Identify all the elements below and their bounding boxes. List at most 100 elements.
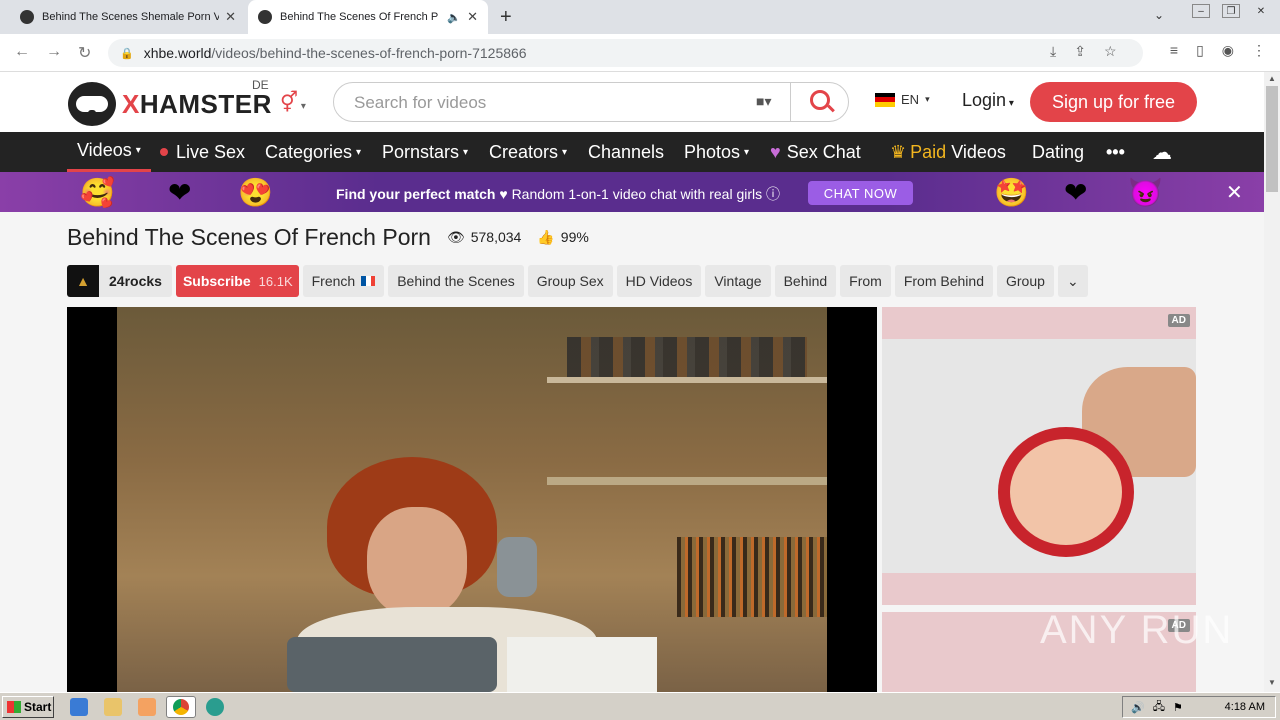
search-bar[interactable]: Search for videos ■▾ <box>333 82 849 122</box>
browser-tab-active[interactable]: Behind The Scenes Of French P 🔈 ✕ <box>248 0 488 34</box>
german-flag-icon <box>875 92 895 107</box>
scrollbar-thumb[interactable] <box>1266 86 1278 192</box>
ad-label: AD <box>1167 314 1190 327</box>
language-select[interactable]: EN ▾ <box>875 92 930 107</box>
start-button[interactable]: Start <box>2 696 54 718</box>
search-input[interactable]: Search for videos <box>354 93 486 113</box>
channel-avatar: ▲ <box>67 265 99 297</box>
nav-more-button[interactable]: ••• <box>1106 132 1125 172</box>
back-icon[interactable]: ← <box>14 43 30 61</box>
upload-cloud-icon[interactable]: ☁ <box>1152 132 1172 172</box>
subscriber-count: 16.1K <box>258 273 293 289</box>
tag-item[interactable]: From Behind <box>894 265 993 297</box>
menu-icon[interactable]: ⋮ <box>1252 42 1266 59</box>
login-button[interactable]: Login ▾ <box>962 90 1014 111</box>
restore-icon[interactable]: ❐ <box>1222 4 1240 18</box>
bookmark-star-icon[interactable]: ☆ <box>1104 43 1117 60</box>
nav-photos[interactable]: Photos ▾ <box>684 132 749 172</box>
eye-icon: 👁 <box>446 228 465 245</box>
ad-banner[interactable]: AD <box>882 307 1196 605</box>
tag-item[interactable]: HD Videos <box>616 265 702 297</box>
gender-select[interactable]: ⚥ ▾ <box>280 90 306 115</box>
subscribe-button[interactable]: Subscribe 16.1K <box>175 265 299 297</box>
tag-item[interactable]: Behind the Scenes <box>388 265 524 297</box>
folder-icon[interactable] <box>104 698 122 716</box>
scroll-up-icon[interactable]: ▲ <box>1268 74 1276 83</box>
media-icon[interactable]: ≡ <box>1170 42 1178 59</box>
tag-item[interactable]: Vintage <box>705 265 771 297</box>
speaker-icon[interactable]: 🔈 <box>447 11 461 24</box>
tag-item[interactable]: Behind <box>774 265 837 297</box>
site-favicon-icon <box>258 10 272 24</box>
tab-title: Behind The Scenes Of French P <box>280 11 439 23</box>
nav-dating[interactable]: Dating <box>1032 132 1084 172</box>
expand-tags-button[interactable]: ⌄ <box>1057 265 1088 297</box>
nav-videos[interactable]: Videos ▾ <box>67 132 151 172</box>
close-window-icon[interactable]: ✕ <box>1252 4 1270 18</box>
channel-link[interactable]: ▲ 24rocks <box>67 265 172 297</box>
thumbs-up-icon: 👍 <box>537 228 555 245</box>
tag-french[interactable]: French <box>302 265 385 297</box>
brand-name: XHAMSTER <box>122 88 272 119</box>
close-tab-icon[interactable]: ✕ <box>225 9 236 25</box>
install-icon[interactable]: ⤓ <box>1050 43 1056 60</box>
chrome-taskbar-button[interactable] <box>166 696 196 718</box>
clock: 4:18 AM <box>1224 701 1265 713</box>
sidebar-icon[interactable]: ▯ <box>1196 42 1204 59</box>
close-tab-icon[interactable]: ✕ <box>467 9 478 25</box>
scroll-down-icon[interactable]: ▼ <box>1268 678 1276 687</box>
video-player[interactable] <box>67 307 877 692</box>
tag-item[interactable]: From <box>840 265 891 297</box>
chat-now-button[interactable]: CHAT NOW <box>808 181 913 205</box>
reload-icon[interactable]: ↻ <box>78 43 91 63</box>
emoji-icon: 🥰 <box>80 177 115 208</box>
close-banner-icon[interactable]: ✕ <box>1226 180 1243 205</box>
video-frame <box>117 307 827 692</box>
lock-icon[interactable]: 🔒 <box>120 47 134 60</box>
ie-icon[interactable] <box>70 698 88 716</box>
nav-creators[interactable]: Creators ▾ <box>489 132 567 172</box>
hamster-logo-icon <box>68 82 116 126</box>
live-dot-icon <box>160 148 168 156</box>
flag-icon[interactable]: ⚑ <box>1173 701 1183 714</box>
country-code: DE <box>252 78 269 92</box>
new-tab-button[interactable]: + <box>500 6 512 29</box>
chevron-down-icon: ⌄ <box>1067 272 1079 289</box>
main-nav: Videos ▾ Live Sex Categories ▾ Pornstars ▾ … <box>0 132 1264 172</box>
page-scrollbar[interactable]: ▲ ▼ <box>1264 72 1280 692</box>
search-icon[interactable] <box>810 90 830 110</box>
nav-channels[interactable]: Channels <box>588 132 664 172</box>
chat-heart-icon: ♥ <box>770 141 781 162</box>
omnibox-icons: ⤓ ⇪ ☆ <box>1050 43 1117 60</box>
tab-search-icon[interactable]: ⌄ <box>1154 8 1164 22</box>
nav-sex-chat[interactable]: ♥ Sex Chat <box>770 132 861 172</box>
minimize-icon[interactable]: – <box>1192 4 1210 18</box>
emoji-icon: 😈 <box>1128 177 1163 208</box>
volume-icon[interactable]: 🔊 <box>1131 701 1145 714</box>
nav-pornstars[interactable]: Pornstars ▾ <box>382 132 468 172</box>
promo-text: Find your perfect match ♥ Random 1-on-1 … <box>336 186 781 202</box>
tag-item[interactable]: Group <box>997 265 1054 297</box>
forward-icon[interactable]: → <box>46 43 62 61</box>
camera-search-icon[interactable]: ■▾ <box>756 93 771 110</box>
profile-icon[interactable]: ◉ <box>1222 42 1234 59</box>
site-logo[interactable]: XHAMSTER DE <box>68 78 272 126</box>
url-field[interactable]: 🔒 xhbe.world/videos/behind-the-scenes-of… <box>108 39 1143 67</box>
nav-categories[interactable]: Categories ▾ <box>265 132 361 172</box>
signup-button[interactable]: Sign up for free <box>1030 82 1197 122</box>
media-player-icon[interactable] <box>138 698 156 716</box>
network-icon[interactable]: 🖧 <box>1153 698 1165 717</box>
heart-icon: ❤ <box>168 177 192 208</box>
browser-tab[interactable]: Behind The Scenes Shemale Porn Vic ✕ <box>10 0 246 34</box>
edge-icon[interactable] <box>206 698 224 716</box>
heart-icon: ♥ <box>499 186 508 202</box>
window-controls: – ❐ ✕ <box>1192 0 1270 22</box>
nav-live-sex[interactable]: Live Sex <box>160 132 245 172</box>
promo-banner[interactable]: 🥰 ❤ 😍 Find your perfect match ♥ Random 1… <box>0 172 1264 212</box>
share-icon[interactable]: ⇪ <box>1074 43 1086 60</box>
heart-icon: ❤ <box>1064 177 1088 208</box>
tab-title: Behind The Scenes Shemale Porn Vic <box>42 11 220 23</box>
webpage: XHAMSTER DE ⚥ ▾ Search for videos ■▾ EN … <box>0 72 1264 692</box>
tag-item[interactable]: Group Sex <box>527 265 613 297</box>
nav-paid-videos[interactable]: ♛ Paid Videos <box>890 132 1006 172</box>
